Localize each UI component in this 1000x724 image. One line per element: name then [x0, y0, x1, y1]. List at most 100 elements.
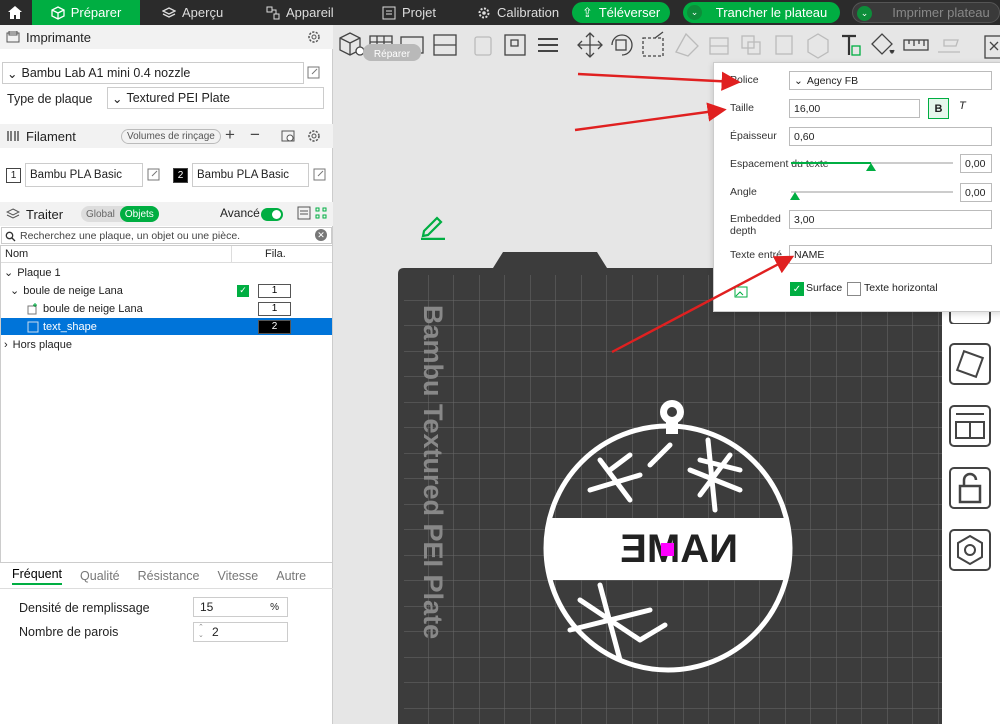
filament-slot-1[interactable]: Bambu PLA Basic	[25, 163, 143, 187]
chevron-down-icon[interactable]: ⌄	[857, 6, 872, 21]
home-icon[interactable]	[0, 0, 30, 25]
plate-settings-icon[interactable]	[504, 34, 526, 56]
spacing-field[interactable]: 0,00	[960, 154, 992, 173]
chevron-down-icon[interactable]: ⌄	[687, 5, 702, 20]
menu-icon[interactable]	[538, 38, 558, 52]
tab-projet[interactable]: Projet	[382, 0, 436, 25]
tab-speed[interactable]: Vitesse	[217, 569, 258, 583]
more-icon[interactable]	[984, 35, 1000, 59]
process-scope-toggle[interactable]: Global Objets	[81, 206, 159, 222]
measure-icon[interactable]	[903, 39, 929, 51]
edit-icon[interactable]	[147, 168, 160, 181]
size-field[interactable]: 16,00	[789, 99, 920, 118]
clear-icon[interactable]: ✕	[315, 229, 327, 241]
print-button[interactable]: ⌄ Imprimer plateau	[852, 2, 1000, 23]
chevron-right-icon[interactable]: ›	[4, 339, 8, 351]
divider	[231, 246, 232, 263]
upload-button[interactable]: ⇪ Téléverser	[572, 2, 670, 23]
layout-icon[interactable]	[948, 404, 992, 448]
tab-apercu[interactable]: Aperçu	[162, 0, 223, 25]
add-object-icon[interactable]	[339, 32, 365, 56]
boolean-icon[interactable]	[741, 35, 761, 55]
chevron-down-icon: ⌄	[7, 66, 18, 81]
tab-calibration[interactable]: Calibration	[477, 0, 559, 25]
plate-type-select[interactable]: ⌄ Textured PEI Plate	[107, 87, 324, 109]
printer-select[interactable]: ⌄ Bambu Lab A1 mini 0.4 nozzle	[2, 62, 304, 84]
tree-row-text-shape[interactable]: text_shape 2	[1, 318, 332, 335]
angle-slider-thumb[interactable]	[790, 192, 800, 200]
tab-frequent[interactable]: Fréquent	[12, 567, 63, 585]
settings-gear-icon[interactable]	[307, 129, 321, 143]
slice-button[interactable]: ⌄ Trancher le plateau	[683, 2, 840, 23]
tree-row-object[interactable]: ⌄ boule de neige Lana ✓ 1	[1, 282, 332, 299]
assembly-icon[interactable]	[938, 39, 960, 53]
filament-index[interactable]: 1	[258, 283, 291, 298]
filament-index[interactable]: 1	[258, 301, 291, 316]
edit-icon[interactable]	[307, 66, 320, 79]
edit-icon[interactable]	[313, 168, 326, 181]
lay-on-face-icon[interactable]	[675, 32, 699, 57]
arrange-icon[interactable]	[433, 34, 457, 56]
image-icon[interactable]	[734, 285, 748, 299]
settings-gear-icon[interactable]	[307, 30, 321, 44]
infill-field[interactable]: 15 %	[193, 597, 288, 617]
tab-other[interactable]: Autre	[276, 569, 306, 583]
horizontal-text-checkbox[interactable]	[847, 282, 861, 296]
hexagon-settings-icon[interactable]	[948, 528, 992, 572]
tab-appareil[interactable]: Appareil	[266, 0, 334, 25]
seam-icon[interactable]	[807, 33, 829, 59]
chevron-down-icon[interactable]: ⌄	[10, 284, 19, 297]
surface-checkbox[interactable]: ✓	[790, 282, 804, 296]
build-plate[interactable]: Bambu Textured PEI Plate NAME	[398, 250, 946, 724]
tab-quality[interactable]: Qualité	[80, 569, 120, 583]
walls-stepper[interactable]: ⌃ ⌄ 2	[193, 622, 288, 642]
angle-slider[interactable]	[791, 191, 953, 193]
text-tool-icon[interactable]	[842, 34, 861, 56]
tab-strength[interactable]: Résistance	[138, 569, 200, 583]
text-input[interactable]: NAME	[789, 245, 992, 264]
support-paint-icon[interactable]	[775, 35, 793, 55]
search-input[interactable]: Recherchez une plaque, un objet ou une p…	[1, 227, 332, 244]
top-bar: Préparer Aperçu Appareil Projet Calibrat…	[0, 0, 1000, 25]
list-view-icon[interactable]	[297, 206, 311, 220]
section-title: Traiter	[26, 206, 64, 222]
grid-view-icon[interactable]	[314, 206, 328, 220]
seg-objects[interactable]: Objets	[119, 206, 159, 222]
filament-slot-2[interactable]: Bambu PLA Basic	[192, 163, 309, 187]
thickness-field[interactable]: 0,60	[789, 127, 992, 146]
scale-icon[interactable]	[642, 31, 664, 57]
filament-name: Bambu PLA Basic	[197, 169, 290, 181]
bold-button[interactable]: B	[928, 98, 949, 119]
edit-pencil-icon[interactable]	[418, 212, 448, 240]
tree-row-part[interactable]: boule de neige Lana 1	[1, 300, 332, 317]
spacing-label: Espacement du texte	[730, 158, 829, 170]
remove-icon[interactable]: −	[250, 125, 260, 145]
add-icon[interactable]: +	[225, 125, 235, 145]
lock-icon[interactable]	[948, 466, 992, 510]
cut-icon[interactable]	[709, 37, 729, 55]
rotate-icon[interactable]	[611, 34, 633, 56]
tree-header: Nom Fila.	[1, 246, 332, 263]
seg-global[interactable]: Global	[81, 209, 120, 220]
tree-row-plate[interactable]: ⌄ Plaque 1	[1, 264, 332, 281]
italic-button[interactable]: T	[959, 100, 966, 112]
advanced-toggle[interactable]	[261, 208, 283, 221]
purge-volumes-button[interactable]: Volumes de rinçage	[121, 129, 221, 144]
search-icon	[5, 231, 16, 242]
font-select[interactable]: ⌄ Agency FB	[789, 71, 992, 90]
sync-icon[interactable]	[281, 129, 295, 143]
auto-orient-icon[interactable]	[948, 342, 992, 386]
stepper-arrows-icon[interactable]: ⌃ ⌄	[198, 624, 204, 640]
checkbox-checked[interactable]: ✓	[237, 284, 249, 297]
angle-field[interactable]: 0,00	[960, 183, 992, 202]
spacing-slider-thumb[interactable]	[866, 163, 876, 171]
move-icon[interactable]	[577, 32, 603, 58]
chevron-down-icon: ⌄	[794, 74, 803, 87]
color-paint-icon[interactable]	[871, 33, 895, 55]
tree-row-off-plate[interactable]: › Hors plaque	[1, 336, 332, 353]
split-icon[interactable]	[474, 36, 492, 56]
embedded-depth-field[interactable]: 3,00	[789, 210, 992, 229]
tab-preparer[interactable]: Préparer	[32, 0, 140, 25]
chevron-down-icon[interactable]: ⌄	[4, 266, 13, 279]
filament-index[interactable]: 2	[258, 319, 291, 334]
